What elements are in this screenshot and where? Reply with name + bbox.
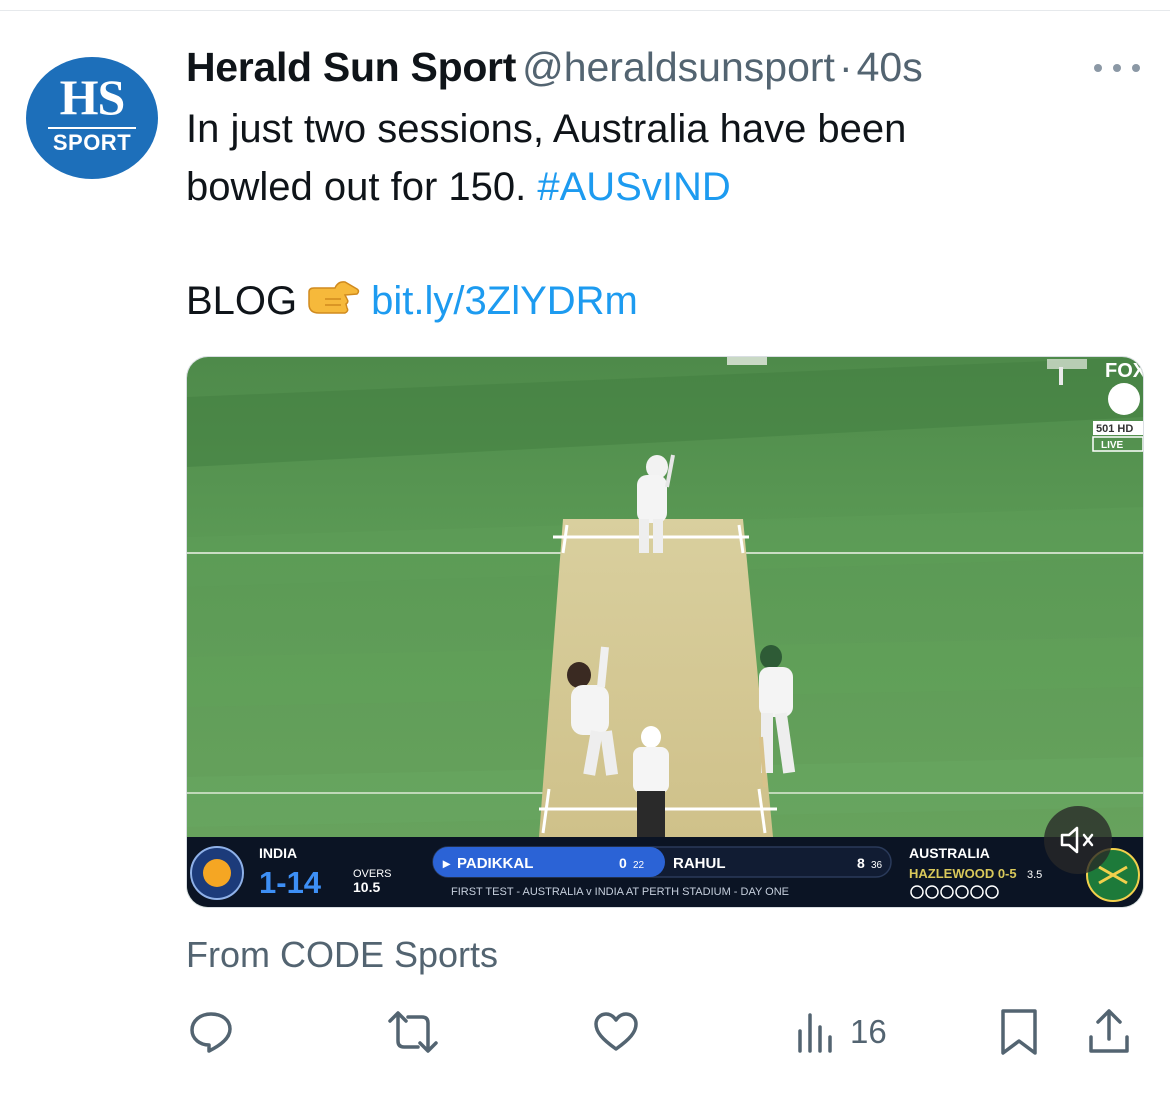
avatar[interactable]: HS SPORT [26,57,158,179]
handle[interactable]: @heraldsunsport [522,44,835,90]
more-options-button[interactable] [1094,58,1140,78]
hashtag-link[interactable]: #AUSvIND [537,165,730,209]
batter-2-name: RAHUL [673,855,726,872]
bookmark-button[interactable] [998,1004,1040,1060]
bowler-figures: HAZLEWOOD 0-5 [909,866,1017,881]
views-button[interactable]: 16 [796,1004,887,1060]
share-icon [1089,1009,1129,1053]
top-divider [0,10,1170,11]
video-frame: FOX 501 HD LIVE INDIA 1-14 OVERS 10.5 ▸ … [187,357,1143,907]
match-info: FIRST TEST - AUSTRALIA v INDIA AT PERTH … [451,886,789,898]
batter-1-balls: 22 [633,860,645,871]
blog-label: BLOG [186,279,298,323]
heart-icon [594,1012,638,1051]
more-dot-icon [1094,64,1102,72]
batter-2-runs: 8 [857,855,865,871]
display-name[interactable]: Herald Sun Sport [186,44,516,90]
retweet-icon [388,1011,438,1053]
retweet-button[interactable] [386,1004,440,1060]
muted-speaker-icon [1060,826,1094,854]
media-source[interactable]: From CODE Sports [186,932,498,978]
reply-button[interactable] [188,1004,234,1060]
svg-text:▸: ▸ [442,855,451,871]
overs-value: 10.5 [353,879,380,895]
like-button[interactable] [592,1004,640,1060]
bowling-team: AUSTRALIA [909,845,990,861]
timestamp[interactable]: 40s [857,44,923,90]
bowler-overs: 3.5 [1027,869,1042,881]
team-score: 1-14 [259,865,322,900]
tweet-line-1: In just two sessions, Australia have bee… [186,107,907,151]
bookmark-icon [1001,1009,1037,1055]
share-button[interactable] [1086,1004,1132,1060]
batter-1-runs: 0 [619,855,627,871]
backhand-index-pointing-right-icon [308,281,360,314]
action-bar: 16 [186,1004,1146,1060]
channel-label: 501 HD [1096,423,1133,435]
blog-line: BLOG bit.ly/3ZlYDRm [186,272,638,330]
avatar-rule [48,127,136,129]
live-label: LIVE [1101,440,1124,451]
batter-2-balls: 36 [871,860,883,871]
tweet-text: In just two sessions, Australia have bee… [186,100,1086,216]
views-count: 16 [850,1013,887,1050]
tweet-line-2-text: bowled out for 150. [186,165,527,209]
views-icon [798,1013,832,1053]
tweet-header: Herald Sun Sport @heraldsunsport·40s [186,42,923,92]
more-dot-icon [1132,64,1140,72]
more-dot-icon [1113,64,1121,72]
separator-dot: · [838,44,853,90]
reply-icon [190,1012,232,1053]
broadcaster-tag: FOX [1105,360,1143,382]
batter-1-name: PADIKKAL [457,855,533,872]
scoreboard: INDIA 1-14 OVERS 10.5 ▸ PADIKKAL 0 22 RA… [187,837,1143,907]
mute-toggle-button[interactable] [1044,806,1112,874]
blog-link[interactable]: bit.ly/3ZlYDRm [371,279,638,323]
avatar-sub: SPORT [52,130,132,155]
avatar-initials: HS [59,69,126,125]
batting-team: INDIA [259,845,297,861]
video-media[interactable]: FOX 501 HD LIVE INDIA 1-14 OVERS 10.5 ▸ … [186,356,1144,908]
tweet-line-2: bowled out for 150. #AUSvIND [186,158,1086,216]
